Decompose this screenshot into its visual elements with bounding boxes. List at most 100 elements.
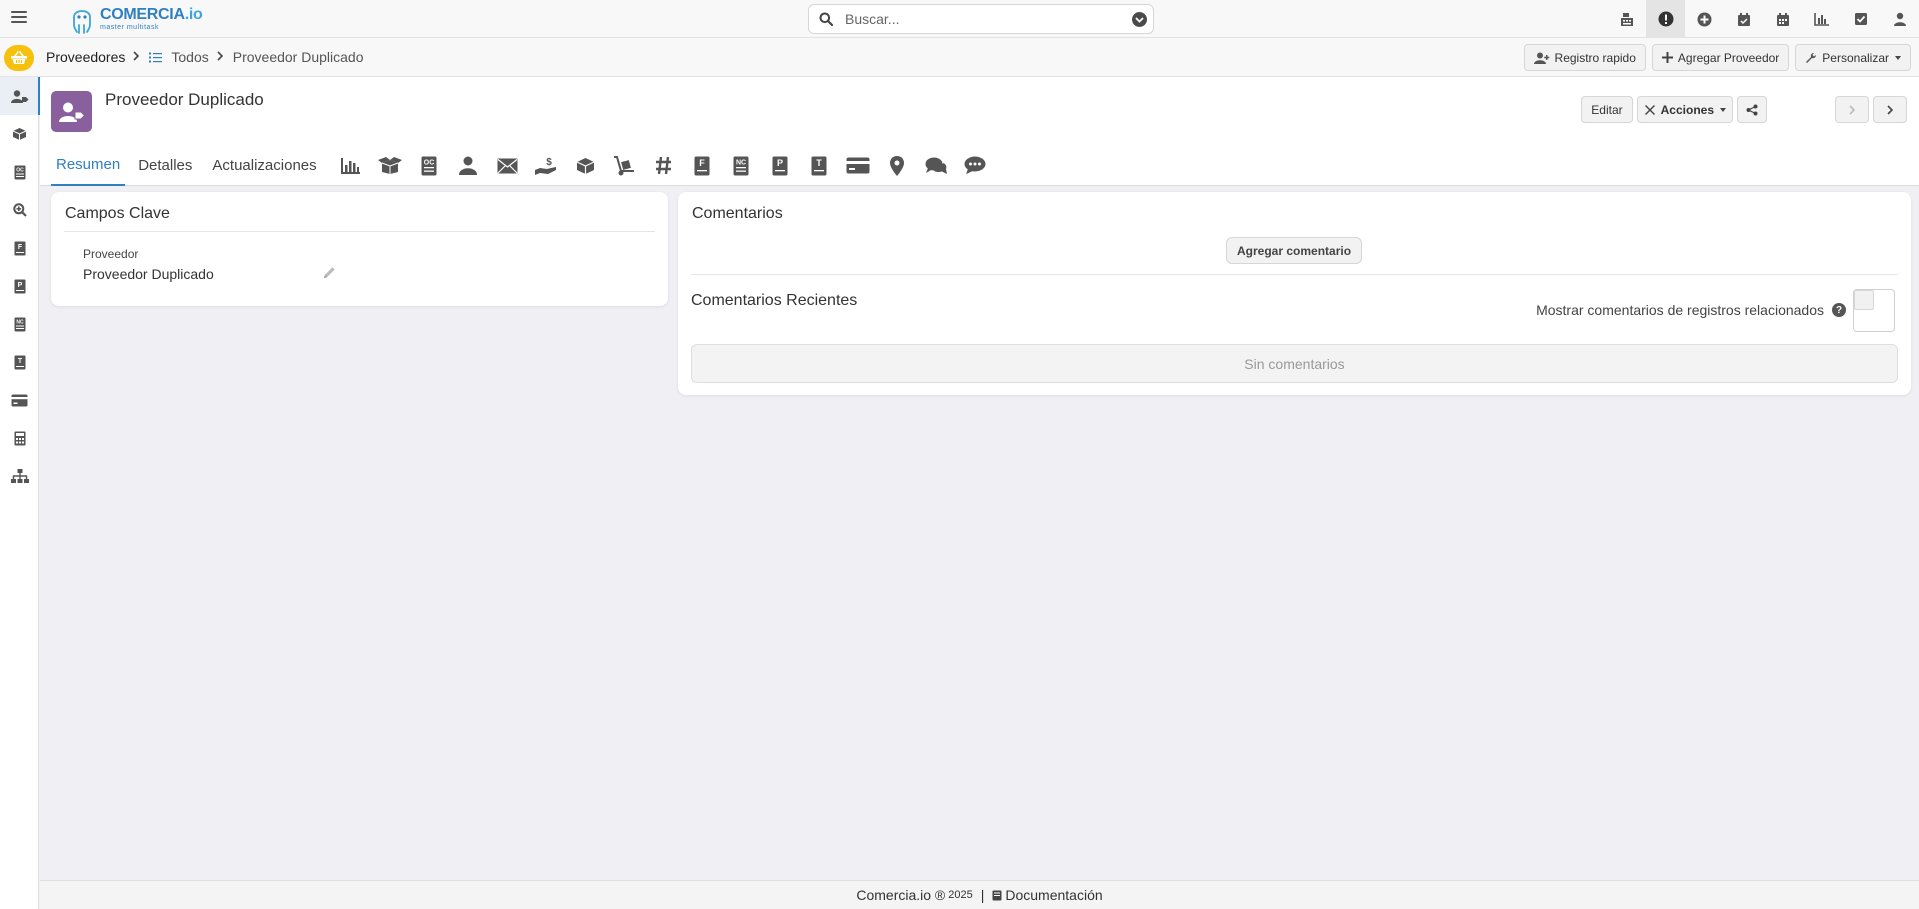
hand-dollar-icon[interactable]: $ [527, 145, 566, 186]
sidebar-item-payments[interactable] [0, 381, 39, 419]
box-open-icon[interactable] [371, 145, 410, 186]
breadcrumb-actions: Registro rapido Agregar Proveedor Person… [1523, 44, 1911, 71]
user-icon[interactable] [1880, 0, 1919, 38]
hamburger-menu-icon[interactable] [8, 8, 30, 28]
breadcrumb-list[interactable]: Todos [149, 49, 209, 65]
chart-bar-icon[interactable] [1802, 0, 1841, 38]
brand-name: COMERCIA [100, 6, 185, 23]
sidebar-item-products[interactable] [0, 115, 39, 153]
credit-note-icon[interactable]: NC [722, 145, 761, 186]
key-fields-panel: Campos Clave Proveedor Proveedor Duplica… [51, 192, 668, 306]
user-plus-icon [1533, 52, 1549, 64]
person-icon[interactable] [449, 145, 488, 186]
sidebar-item-purchase-orders[interactable]: OC [0, 153, 39, 191]
sidebar-item-suppliers[interactable] [0, 77, 40, 115]
map-pin-icon[interactable] [878, 145, 917, 186]
share-icon [1746, 104, 1758, 115]
divider [691, 274, 1898, 275]
footer: Comercia.io ® 2025 | Documentación [40, 880, 1919, 909]
record-navigation [1835, 96, 1907, 123]
alert-icon[interactable] [1646, 0, 1685, 38]
add-supplier-button[interactable]: Agregar Proveedor [1651, 44, 1790, 71]
comments-icon[interactable] [917, 145, 956, 186]
record-header: Proveedor Duplicado Editar Acciones Resu… [40, 77, 1919, 186]
top-icons [1607, 0, 1919, 38]
chart-bar-icon[interactable] [332, 145, 371, 186]
caret-down-icon [1720, 107, 1726, 112]
invoice-f-icon[interactable]: F [683, 145, 722, 186]
envelope-icon[interactable] [488, 145, 527, 186]
customize-button[interactable]: Personalizar [1795, 44, 1911, 71]
checkbox-icon[interactable] [1841, 0, 1880, 38]
top-bar: COMERCIA.io master multitask [0, 0, 1919, 38]
quick-register-button[interactable]: Registro rapido [1523, 44, 1646, 71]
svg-text:T: T [816, 158, 822, 168]
related-comments-label: Mostrar comentarios de registros relacio… [1536, 302, 1846, 318]
svg-text:$: $ [546, 157, 552, 168]
share-button[interactable] [1737, 96, 1767, 123]
pencil-icon[interactable] [323, 266, 336, 284]
sidebar-item-calculator[interactable] [0, 419, 39, 457]
quick-register-label: Registro rapido [1554, 50, 1636, 65]
purchase-order-icon[interactable]: OC [410, 145, 449, 186]
record-title: Proveedor Duplicado [105, 90, 264, 109]
caret-down-icon [1895, 55, 1901, 60]
dolly-icon[interactable] [605, 145, 644, 186]
recent-comments-title: Comentarios Recientes [691, 292, 858, 309]
tab-resumen[interactable]: Resumen [51, 145, 126, 186]
document-t-icon[interactable]: T [800, 145, 839, 186]
search-icon [819, 12, 833, 26]
breadcrumb-module[interactable]: Proveedores [46, 49, 125, 65]
wrench-icon [1806, 52, 1817, 63]
chevron-down-icon[interactable] [1132, 12, 1147, 27]
next-record-button[interactable] [1873, 96, 1907, 123]
brand-tagline: master multitask [100, 24, 159, 31]
related-comments-toggle[interactable] [1853, 289, 1895, 332]
svg-text:F: F [17, 244, 22, 251]
sidebar: OC F P NC T [0, 77, 40, 909]
brand-logo[interactable]: COMERCIA.io master multitask [68, 2, 203, 36]
cash-register-icon[interactable] [1607, 0, 1646, 38]
basket-icon[interactable] [4, 45, 34, 71]
octopus-mascot-icon [73, 10, 91, 34]
search-plus-icon [12, 203, 27, 217]
calendar-icon[interactable] [1763, 0, 1802, 38]
credit-card-icon[interactable] [839, 145, 878, 186]
supplier-field-value: Proveedor Duplicado [83, 266, 214, 282]
sidebar-item-invoices[interactable]: F [0, 229, 39, 267]
sidebar-item-document-t[interactable]: T [0, 343, 39, 381]
hashtag-icon[interactable] [644, 145, 683, 186]
document-p-icon[interactable]: P [761, 145, 800, 186]
plus-circle-icon[interactable] [1685, 0, 1724, 38]
calendar-check-icon[interactable] [1724, 0, 1763, 38]
documentation-link[interactable]: Documentación [992, 887, 1103, 903]
sidebar-item-document-p[interactable]: P [0, 267, 39, 305]
document-t-icon: T [14, 355, 25, 369]
sidebar-item-search[interactable] [0, 191, 39, 229]
edit-button[interactable]: Editar [1581, 96, 1633, 123]
comments-title: Comentarios [692, 205, 783, 222]
brand-suffix: .io [184, 6, 203, 23]
tab-detalles[interactable]: Detalles [131, 145, 199, 186]
tab-actualizaciones[interactable]: Actualizaciones [205, 145, 323, 186]
supplier-avatar-icon [51, 91, 92, 132]
list-icon [149, 52, 163, 62]
sidebar-item-hierarchy[interactable] [0, 457, 39, 495]
key-fields-title: Campos Clave [65, 205, 170, 222]
breadcrumb: Proveedores Todos Proveedor Duplicado [46, 49, 364, 65]
record-tabs: Resumen Detalles Actualizaciones OC $ F … [40, 145, 995, 186]
footer-year: 2025 [948, 889, 973, 901]
box-icon[interactable] [566, 145, 605, 186]
question-circle-icon[interactable]: ? [1832, 303, 1846, 317]
actions-dropdown[interactable]: Acciones [1636, 96, 1733, 123]
document-p-icon: P [14, 279, 25, 293]
sidebar-item-credit-notes[interactable]: NC [0, 305, 39, 343]
breadcrumb-list-label: Todos [171, 49, 209, 65]
previous-record-button[interactable] [1835, 96, 1869, 123]
comment-dots-icon[interactable] [956, 145, 995, 186]
empty-comments: Sin comentarios [691, 344, 1898, 383]
related-comments-text: Mostrar comentarios de registros relacio… [1536, 302, 1824, 318]
add-comment-button[interactable]: Agregar comentario [1226, 237, 1363, 264]
search-input[interactable] [845, 11, 1125, 27]
svg-text:P: P [777, 158, 783, 168]
